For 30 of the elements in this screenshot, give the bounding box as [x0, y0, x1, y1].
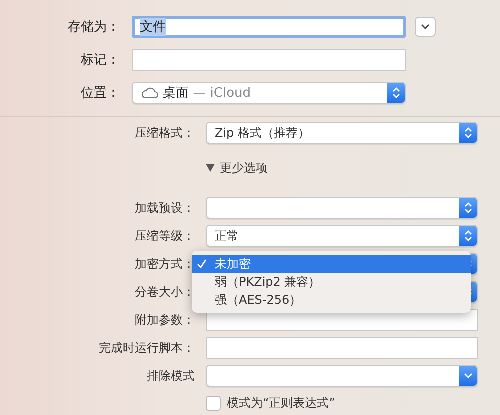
chevron-down-icon — [421, 24, 430, 30]
field-label: 压缩等级： — [134, 228, 195, 244]
location-popup[interactable]: 桌面 — iCloud — [132, 82, 406, 104]
field-label: 分卷大小： — [134, 284, 195, 300]
field-label: 压缩格式： — [134, 124, 195, 142]
field-label: 完成时运行脚本： — [98, 340, 195, 356]
field-label: 加载预设： — [134, 200, 195, 216]
input-field[interactable] — [206, 337, 478, 359]
combo-box[interactable] — [206, 365, 478, 387]
disclosure-button[interactable]: 更少选项 — [206, 160, 268, 176]
format-popup[interactable]: Zip 格式（推荐） — [206, 122, 478, 144]
field-label: 加密方式： — [134, 256, 195, 272]
menu-item[interactable]: 弱（PKZip2 兼容） — [192, 273, 471, 291]
checkbox[interactable] — [206, 396, 221, 411]
field-label: 标记： — [80, 52, 120, 69]
field-label: 排除模式 — [146, 368, 195, 384]
field-label: 附加参数： — [134, 312, 195, 328]
popup-button[interactable]: 正常 — [206, 225, 478, 247]
chevron-down-icon — [459, 366, 477, 386]
checkbox-label: 模式为“正则表达式” — [227, 395, 336, 412]
tags-field[interactable] — [132, 49, 406, 71]
field-label: 存储为： — [67, 19, 120, 36]
expand-button[interactable] — [415, 17, 436, 37]
cloud-icon — [141, 87, 159, 99]
name-field[interactable]: 文件 — [132, 16, 406, 38]
menu-item[interactable]: 强（AES-256） — [192, 291, 471, 309]
checkmark-icon — [197, 259, 207, 269]
popup-button[interactable] — [206, 197, 478, 219]
menu-item[interactable]: 未加密 — [192, 255, 471, 273]
field-label: 位置： — [80, 85, 120, 102]
